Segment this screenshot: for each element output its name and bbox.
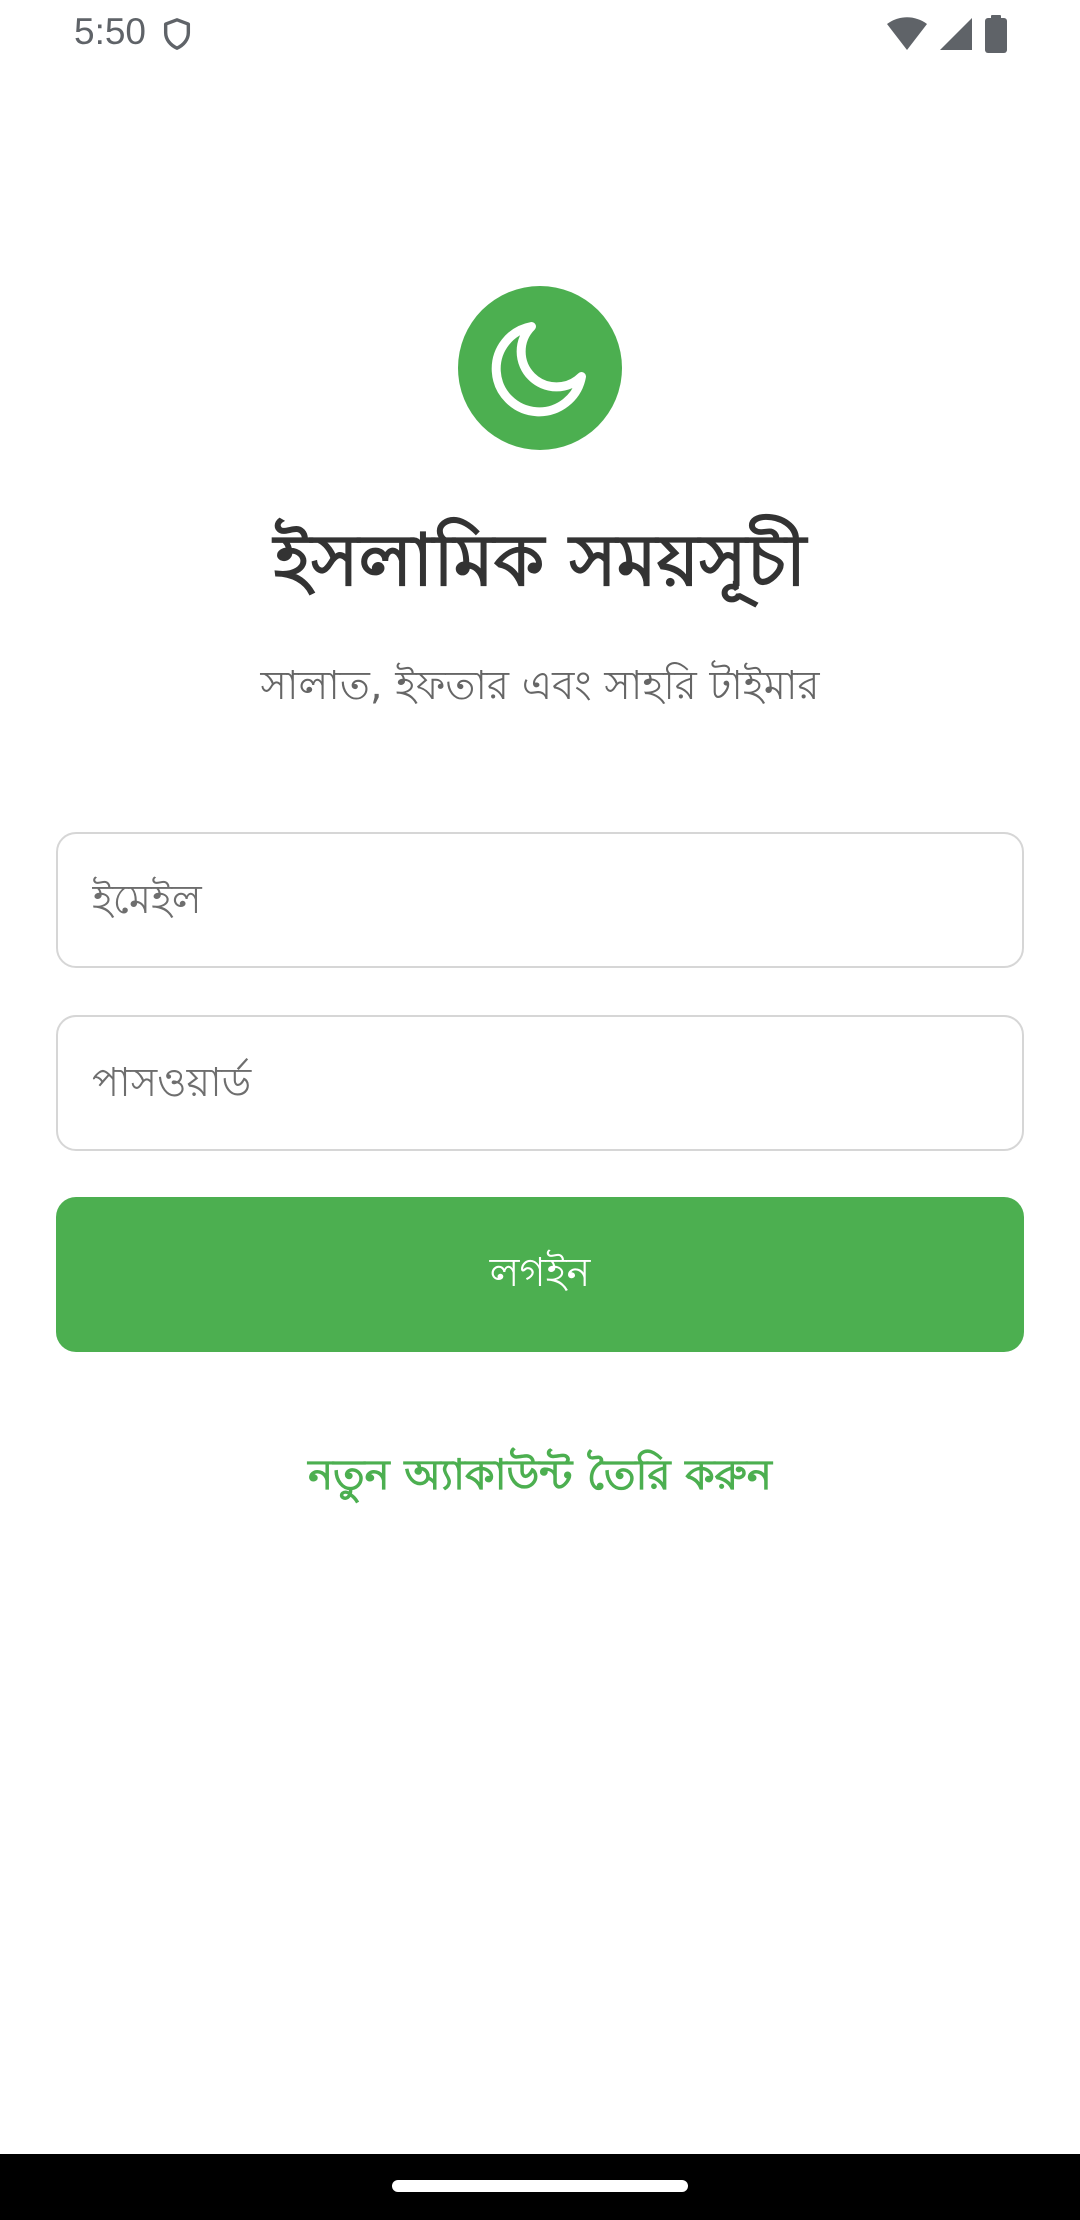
login-button[interactable]: লগইন	[56, 1197, 1024, 1352]
email-field[interactable]	[56, 832, 1024, 968]
app-subtitle: সালাত, ইফতার এবং সাহরি টাইমার	[260, 663, 820, 709]
status-icons	[886, 14, 1008, 54]
password-field[interactable]	[56, 1015, 1024, 1151]
status-bar: 5:50	[0, 0, 1080, 66]
wifi-icon	[887, 17, 927, 50]
shield-icon	[163, 18, 191, 50]
cellular-signal-icon	[940, 18, 972, 50]
app-logo	[458, 286, 622, 450]
app-title: ইসলামিক সময়সূচী	[273, 518, 807, 602]
battery-icon	[985, 15, 1007, 53]
crescent-moon-icon	[491, 322, 586, 417]
status-time: 5:50	[74, 11, 147, 52]
home-gesture-handle[interactable]	[392, 2180, 688, 2192]
navigation-bar	[0, 2154, 1080, 2220]
create-account-link[interactable]: নতুন অ্যাকাউন্ট তৈরি করুন	[0, 1440, 1080, 1510]
